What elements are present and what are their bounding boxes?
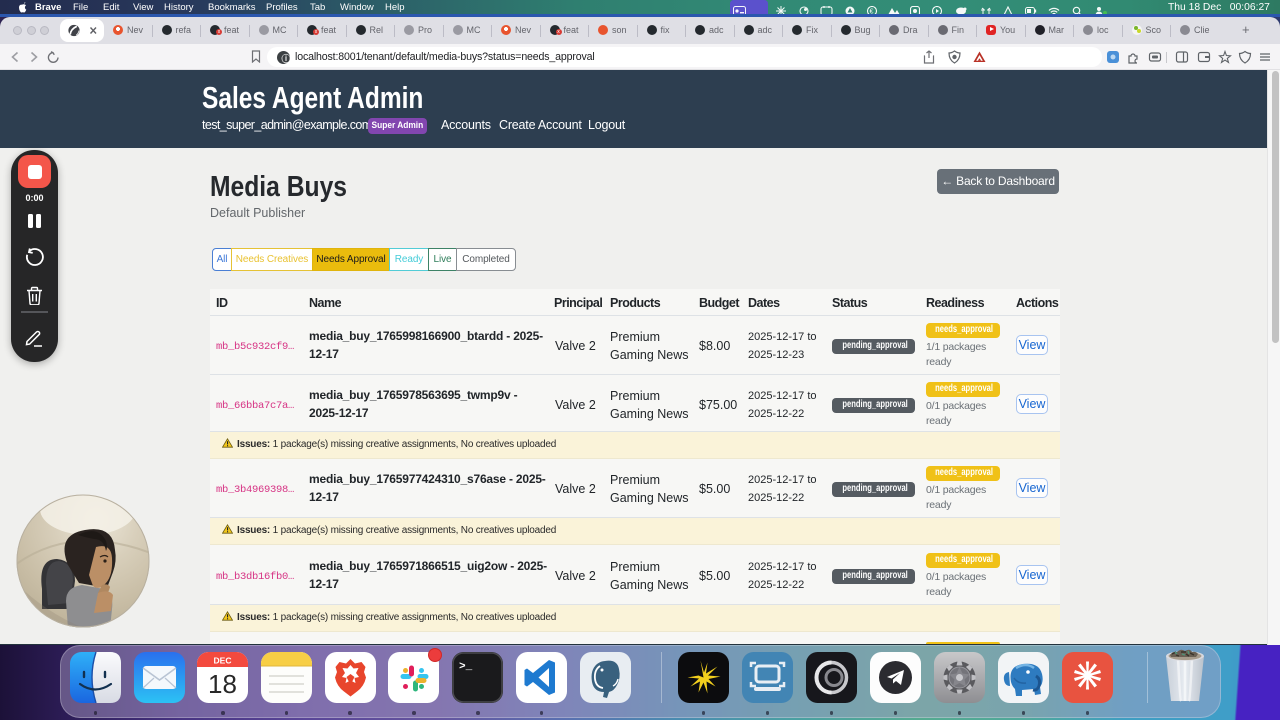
svg-text:>_: >_	[459, 661, 473, 673]
svg-text:18: 18	[208, 669, 237, 699]
svg-text:DEC: DEC	[214, 656, 232, 666]
